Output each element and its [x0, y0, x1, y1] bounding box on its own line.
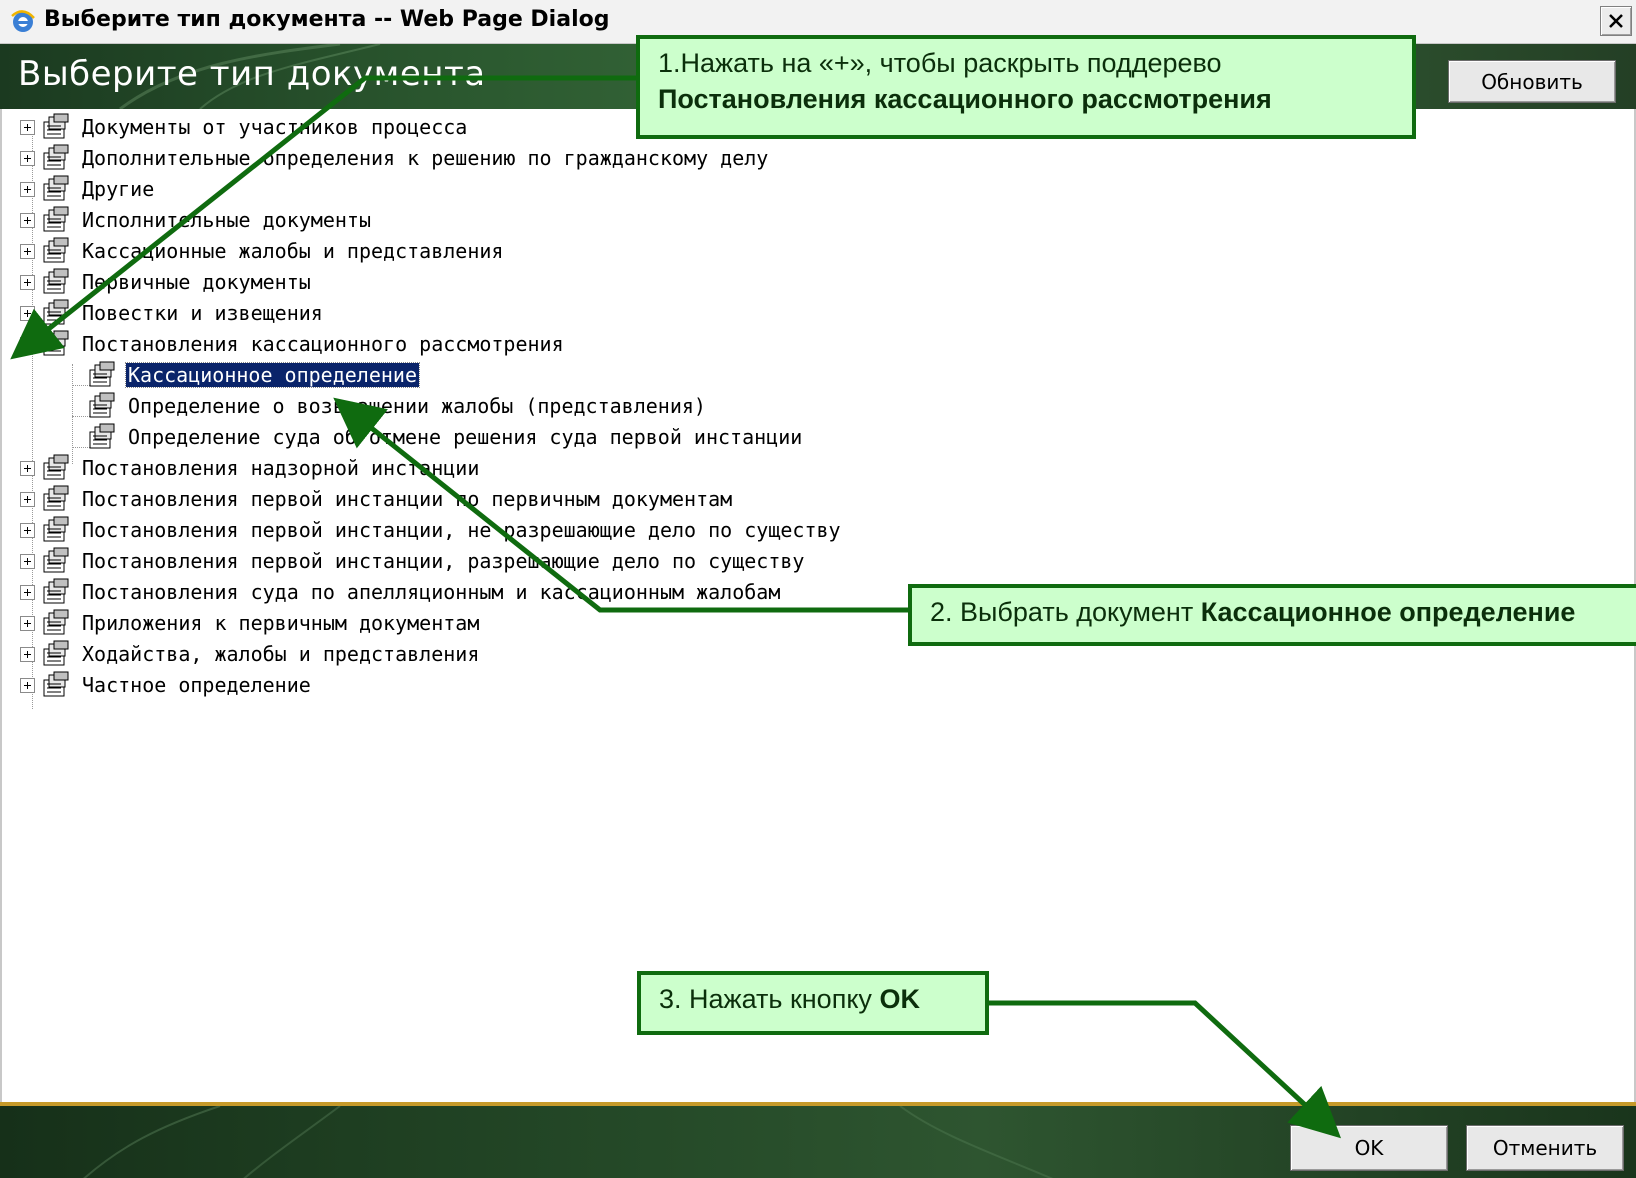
- document-type-icon: [43, 237, 69, 263]
- page-title: Выберите тип документа: [18, 54, 486, 94]
- plus-icon[interactable]: [20, 243, 35, 259]
- plus-icon[interactable]: [20, 584, 35, 600]
- tree-node-label[interactable]: Постановления первой инстанции, не разре…: [80, 518, 843, 542]
- tree-child-node[interactable]: Определение суда об отмене решения суда …: [86, 422, 804, 452]
- tree-node-label[interactable]: Постановления кассационного рассмотрения: [80, 332, 566, 356]
- tree-node-label[interactable]: Постановления суда по апелляционным и ка…: [80, 580, 782, 604]
- tree-node[interactable]: Кассационные жалобы и представления: [20, 236, 505, 266]
- plus-icon[interactable]: [20, 615, 35, 631]
- document-type-icon: [43, 640, 69, 666]
- plus-icon[interactable]: [20, 212, 35, 228]
- tree-node-label[interactable]: Постановления первой инстанции по первич…: [80, 487, 734, 511]
- tree-node[interactable]: Постановления суда по апелляционным и ка…: [20, 577, 782, 607]
- tree-node[interactable]: Исполнительные документы: [20, 205, 373, 235]
- plus-icon[interactable]: [20, 150, 35, 166]
- plus-icon[interactable]: [20, 522, 35, 538]
- tree-node-label[interactable]: Исполнительные документы: [80, 208, 373, 232]
- document-type-icon: [43, 485, 69, 511]
- instruction-callout-step2: 2. Выбрать документ Кассационное определ…: [908, 584, 1636, 646]
- plus-icon[interactable]: [20, 305, 35, 321]
- document-type-icon: [43, 144, 69, 170]
- cancel-button[interactable]: Отменить: [1466, 1125, 1624, 1171]
- tree-node-label[interactable]: Определение суда об отмене решения суда …: [126, 425, 804, 449]
- tree-node[interactable]: Частное определение: [20, 670, 313, 700]
- document-type-icon: [43, 206, 69, 232]
- tree-node-label[interactable]: Приложения к первичным документам: [80, 611, 481, 635]
- tree-node-label[interactable]: Первичные документы: [80, 270, 313, 294]
- callout-text-bold: OK: [879, 984, 920, 1014]
- document-type-icon: [43, 578, 69, 604]
- instruction-callout-step3: 3. Нажать кнопку OK: [637, 971, 989, 1035]
- document-type-icon: [43, 454, 69, 480]
- ok-button[interactable]: OK: [1290, 1125, 1448, 1171]
- close-icon: [1609, 14, 1623, 28]
- tree-node-label[interactable]: Постановления надзорной инстанции: [80, 456, 481, 480]
- tree-node[interactable]: Дополнительные определения к решению по …: [20, 143, 770, 173]
- plus-icon[interactable]: [20, 274, 35, 290]
- document-type-icon: [43, 547, 69, 573]
- tree-node[interactable]: Постановления первой инстанции, не разре…: [20, 515, 843, 545]
- tree-node-label[interactable]: Кассационное определение: [125, 362, 420, 388]
- document-type-icon: [43, 671, 69, 697]
- tree-node-label[interactable]: Повестки и извещения: [80, 301, 325, 325]
- tree-node[interactable]: Первичные документы: [20, 267, 313, 297]
- tree-node[interactable]: Постановления первой инстанции, разрешаю…: [20, 546, 806, 576]
- document-type-icon: [89, 423, 115, 449]
- document-type-icon: [43, 609, 69, 635]
- callout-text-bold: Постановления кассационного рассмотрения: [658, 84, 1272, 115]
- tree-child-node[interactable]: Определение о возвращении жалобы (предст…: [86, 391, 708, 421]
- plus-icon[interactable]: [20, 677, 35, 693]
- tree-node-label[interactable]: Документы от участников процесса: [80, 115, 469, 139]
- document-type-icon: [89, 361, 115, 387]
- plus-icon[interactable]: [20, 460, 35, 476]
- document-type-icon: [43, 516, 69, 542]
- window-title: Выберите тип документа -- Web Page Dialo…: [44, 7, 610, 32]
- tree-node-label[interactable]: Кассационные жалобы и представления: [80, 239, 505, 263]
- tree-node-expanded[interactable]: Постановления кассационного рассмотрения: [20, 329, 566, 359]
- callout-text: 1.Нажать на «+», чтобы раскрыть поддерев…: [658, 48, 1222, 78]
- tree-node[interactable]: Приложения к первичным документам: [20, 608, 481, 638]
- document-type-icon: [43, 175, 69, 201]
- document-type-icon: [43, 268, 69, 294]
- tree-node[interactable]: Постановления надзорной инстанции: [20, 453, 481, 483]
- tree-node-label[interactable]: Ходайства, жалобы и представления: [80, 642, 481, 666]
- plus-icon[interactable]: [20, 119, 35, 135]
- minus-icon[interactable]: [20, 336, 35, 352]
- plus-icon[interactable]: [20, 646, 35, 662]
- plus-icon[interactable]: [20, 491, 35, 507]
- document-type-icon: [43, 330, 69, 356]
- ie-icon: [11, 10, 35, 32]
- tree-node[interactable]: Другие: [20, 174, 156, 204]
- tree-connector-line: [72, 364, 73, 464]
- document-type-icon: [43, 299, 69, 325]
- callout-text: 2. Выбрать документ: [930, 597, 1201, 627]
- tree-node-label[interactable]: Определение о возвращении жалобы (предст…: [126, 394, 708, 418]
- tree-node-label[interactable]: Другие: [80, 177, 156, 201]
- document-type-icon: [43, 113, 69, 139]
- tree-child-node-selected[interactable]: Кассационное определение: [86, 360, 420, 390]
- tree-node-label[interactable]: Постановления первой инстанции, разрешаю…: [80, 549, 806, 573]
- tree-node-label[interactable]: Дополнительные определения к решению по …: [80, 146, 770, 170]
- tree-node[interactable]: Ходайства, жалобы и представления: [20, 639, 481, 669]
- tree-node[interactable]: Документы от участников процесса: [20, 112, 469, 142]
- dialog-footer: OK Отменить: [0, 1102, 1636, 1178]
- close-button[interactable]: [1600, 6, 1632, 36]
- callout-text: 3. Нажать кнопку: [659, 984, 880, 1014]
- refresh-button[interactable]: Обновить: [1448, 60, 1616, 103]
- plus-icon[interactable]: [20, 181, 35, 197]
- tree-node[interactable]: Повестки и извещения: [20, 298, 325, 328]
- tree-node-label[interactable]: Частное определение: [80, 673, 313, 697]
- callout-text-bold: Кассационное определение: [1200, 597, 1576, 627]
- document-type-icon: [89, 392, 115, 418]
- instruction-callout-step1: 1.Нажать на «+», чтобы раскрыть поддерев…: [636, 35, 1416, 139]
- tree-node[interactable]: Постановления первой инстанции по первич…: [20, 484, 734, 514]
- plus-icon[interactable]: [20, 553, 35, 569]
